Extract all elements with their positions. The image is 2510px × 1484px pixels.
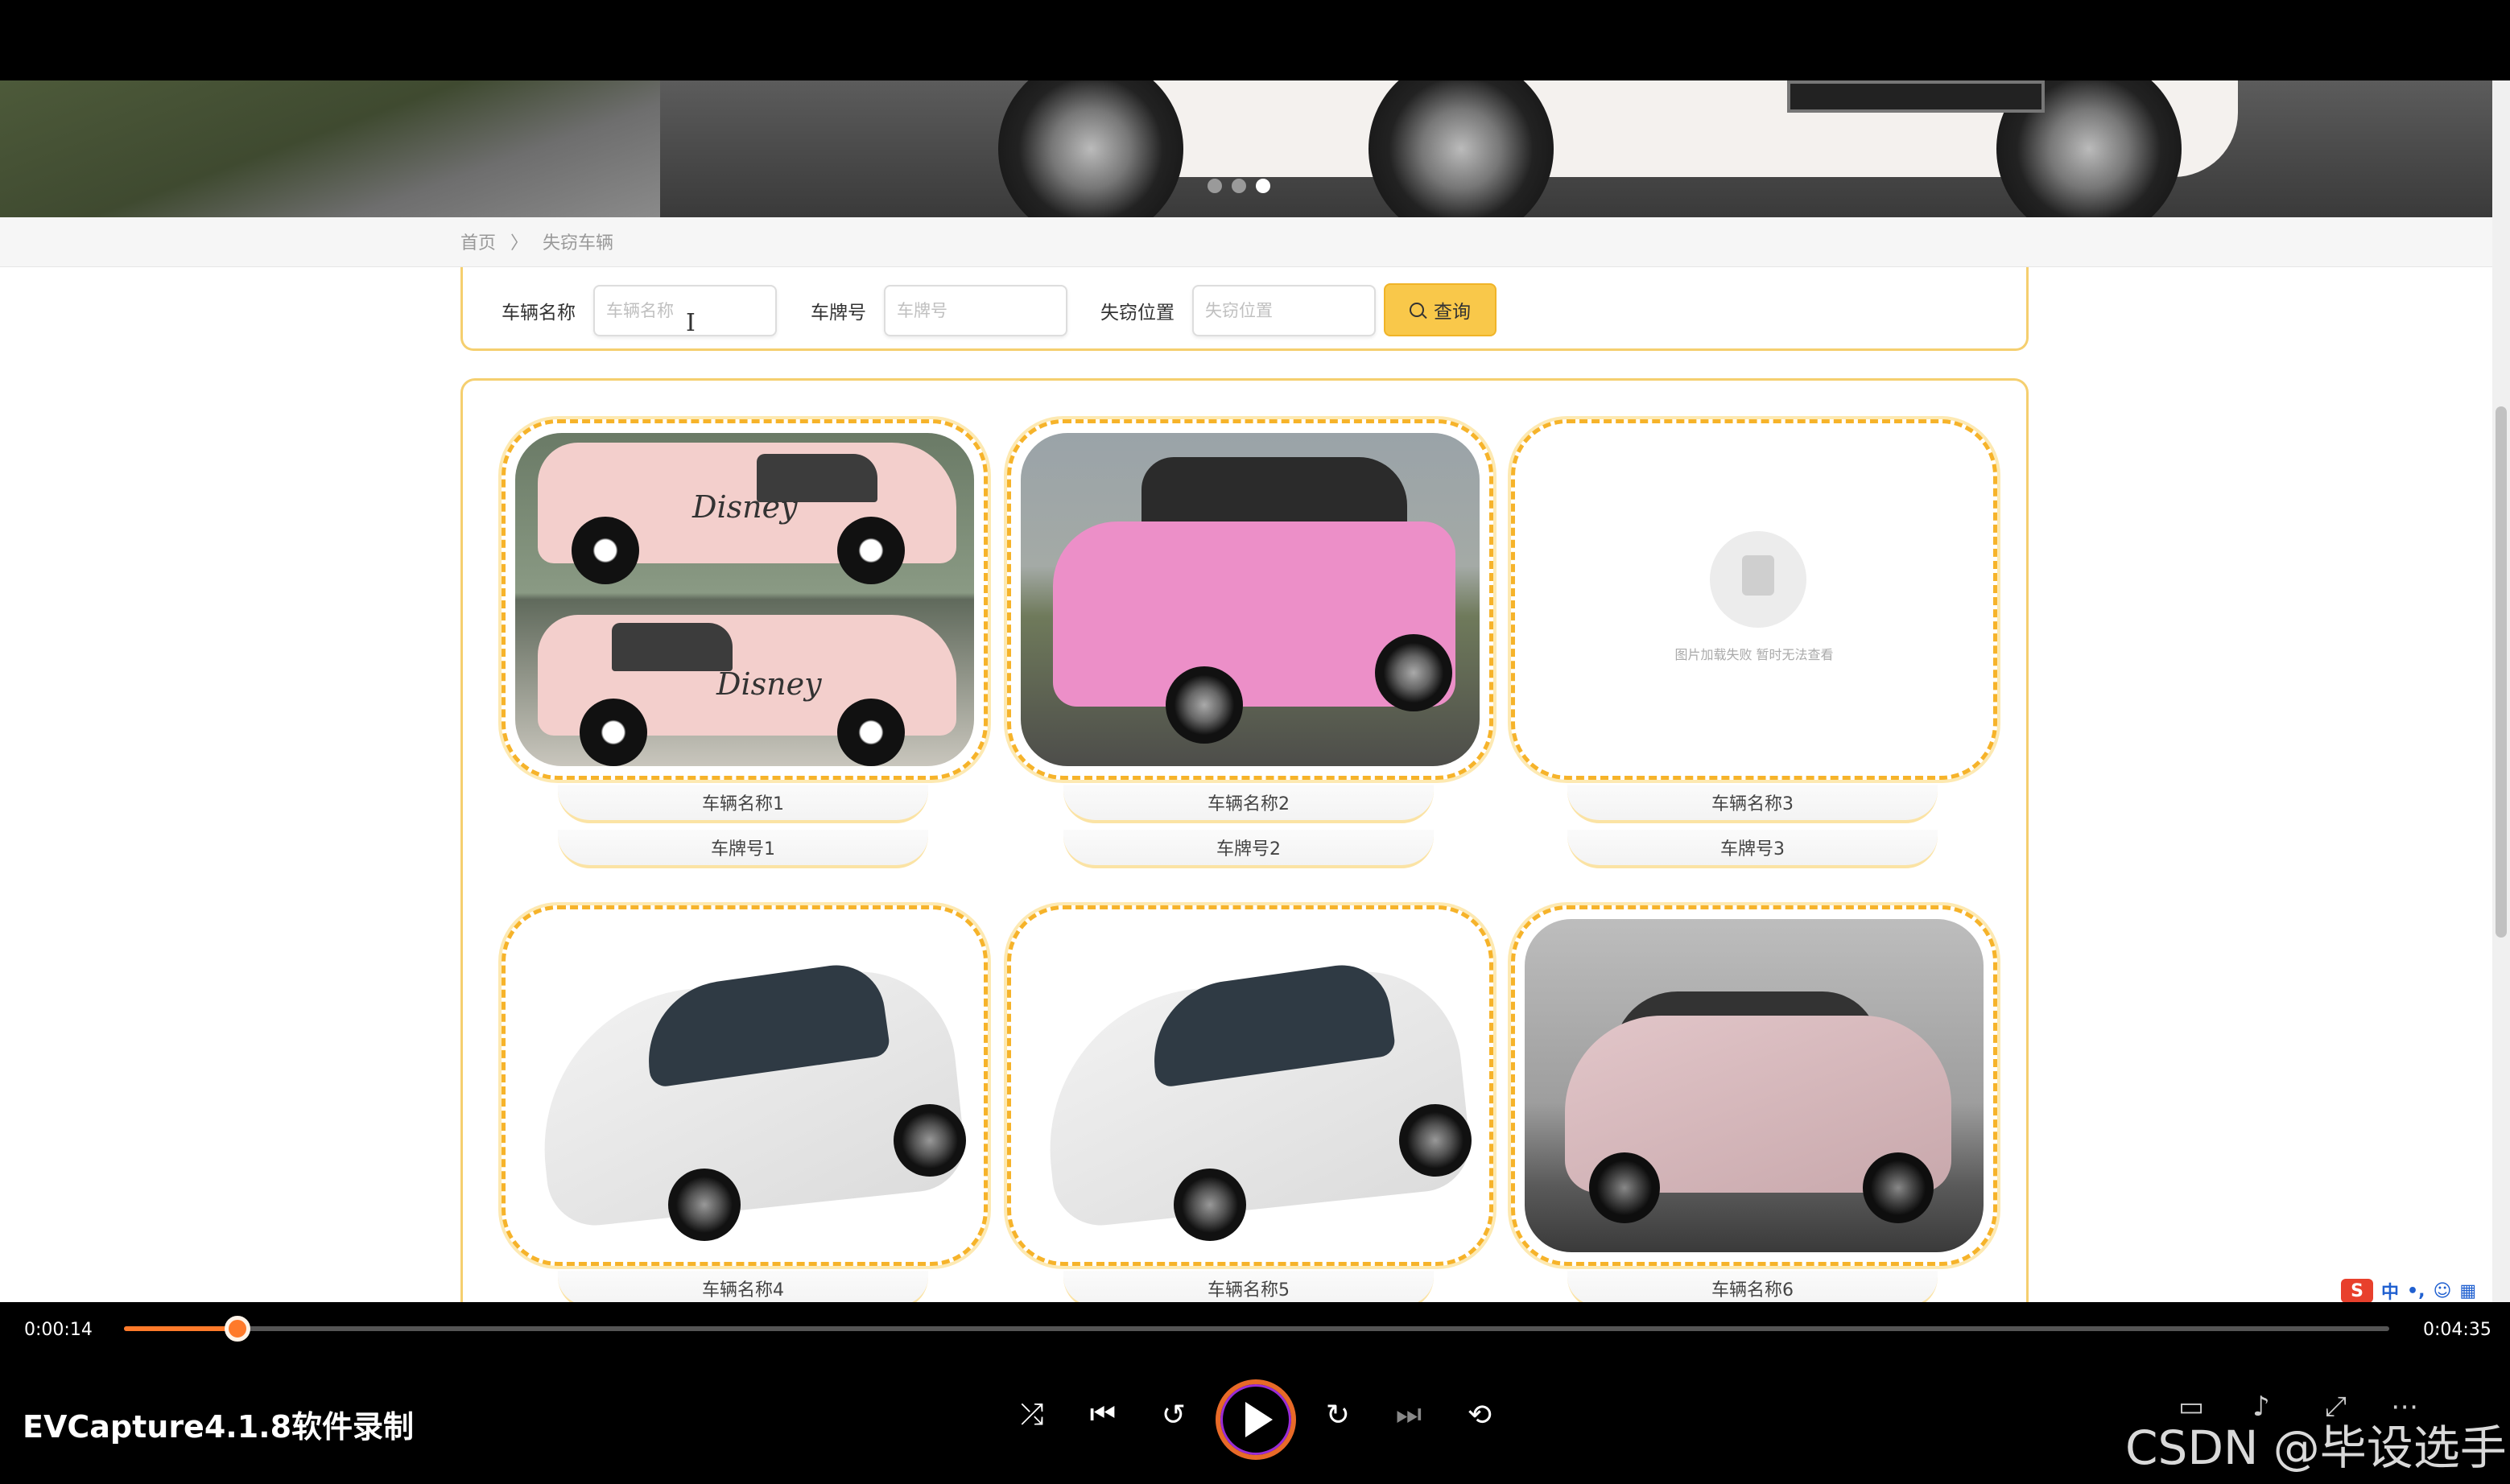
shuffle-icon[interactable]: ⤮ xyxy=(1008,1391,1056,1439)
vehicle-photo-frame xyxy=(1511,905,1997,1266)
player-controls: 0:00:14 0:04:35 EVCapture4.1.8软件录制 ⤮ ⏮ ↺… xyxy=(0,1302,2510,1484)
vehicle-photo-frame xyxy=(502,905,988,1266)
vehicle-photo[interactable] xyxy=(1525,919,1984,1252)
ime-emoji-icon[interactable]: ☺ xyxy=(2433,1281,2451,1301)
carousel-dot-3[interactable] xyxy=(1256,179,1270,193)
page-scrollbar[interactable] xyxy=(2492,80,2510,1302)
banner-wheel-rear xyxy=(1369,80,1554,217)
capture-app-label: EVCapture4.1.8软件录制 xyxy=(23,1409,415,1445)
vehicle-photo[interactable]: Disney Disney xyxy=(515,433,974,766)
theft-location-field: 失窃位置 xyxy=(1100,285,1376,336)
breadcrumb-home-link[interactable]: 首页 xyxy=(460,229,496,254)
ime-language-toggle[interactable]: 中 xyxy=(2381,1278,2399,1302)
vehicle-card-grid: Disney Disney 车辆名称1 车牌号1 车辆名称2 车牌号2 图片加载… xyxy=(460,378,2029,1302)
vehicle-name: 车辆名称5 xyxy=(1063,1271,1434,1302)
carousel-dot-1[interactable] xyxy=(1208,179,1222,193)
banner-carousel[interactable] xyxy=(0,80,2492,217)
search-panel: 车辆名称 车牌号 失窃位置 查询 xyxy=(460,267,2029,351)
video-player-window: 首页 〉 失窃车辆 车辆名称 车牌号 失窃位置 查询 I xyxy=(0,0,2510,1484)
banner-wheel-front xyxy=(998,80,1183,217)
breadcrumb-separator: 〉 xyxy=(510,233,529,254)
broken-image-icon xyxy=(1710,531,1806,628)
vehicle-photo[interactable] xyxy=(1021,919,1480,1252)
vehicle-plate: 车牌号3 xyxy=(1567,830,1938,868)
vehicle-name-input[interactable] xyxy=(593,285,777,336)
ime-punctuation-icon[interactable]: •, xyxy=(2407,1281,2425,1301)
banner-grass xyxy=(0,80,660,217)
total-time: 0:04:35 xyxy=(2423,1320,2491,1340)
theft-location-label: 失窃位置 xyxy=(1100,303,1174,324)
search-button-label: 查询 xyxy=(1434,302,1471,323)
breadcrumb: 首页 〉 失窃车辆 xyxy=(460,229,613,254)
carousel-dot-2[interactable] xyxy=(1232,179,1246,193)
vehicle-photo-frame: 图片加载失败 暂时无法查看 xyxy=(1511,419,1997,780)
next-track-icon[interactable]: ⏭ xyxy=(1385,1391,1433,1439)
video-letterbox-top xyxy=(0,0,2510,80)
breadcrumb-current: 失窃车辆 xyxy=(543,233,614,254)
vehicle-photo-frame xyxy=(1007,905,1493,1266)
progress-fill xyxy=(124,1326,237,1331)
vehicle-photo-frame xyxy=(1007,419,1493,780)
rewind-10-icon[interactable]: ↺ xyxy=(1150,1391,1198,1439)
text-cursor-icon: I xyxy=(686,309,696,337)
current-time: 0:00:14 xyxy=(24,1320,93,1340)
search-icon xyxy=(1410,303,1424,317)
progress-knob[interactable] xyxy=(224,1316,250,1342)
vehicle-name: 车辆名称4 xyxy=(558,1271,928,1302)
vehicle-name: 车辆名称6 xyxy=(1567,1271,1938,1302)
vehicle-plate: 车牌号2 xyxy=(1063,830,1434,868)
vehicle-photo-frame: Disney Disney xyxy=(502,419,988,780)
vehicle-name-label: 车辆名称 xyxy=(502,303,576,324)
sogou-ime-icon[interactable]: S xyxy=(2341,1279,2373,1302)
ime-keyboard-icon[interactable]: ▦ xyxy=(2459,1281,2476,1301)
vehicle-name: 车辆名称3 xyxy=(1567,785,1938,823)
plate-label: 车牌号 xyxy=(811,303,866,324)
broken-image-text: 图片加载失败 暂时无法查看 xyxy=(1674,647,1834,662)
scrollbar-thumb[interactable] xyxy=(2496,406,2507,938)
plate-field: 车牌号 xyxy=(811,285,1067,336)
play-icon xyxy=(1245,1402,1273,1437)
banner-car-plate xyxy=(1787,80,2045,113)
theft-location-input[interactable] xyxy=(1192,285,1376,336)
previous-track-icon[interactable]: ⏮ xyxy=(1079,1391,1127,1439)
vehicle-photo[interactable] xyxy=(515,919,974,1252)
breadcrumb-bar: 首页 〉 失窃车辆 xyxy=(0,217,2492,267)
csdn-watermark: CSDN @毕设选手 xyxy=(2125,1420,2507,1475)
carousel-dots xyxy=(1208,179,1270,193)
vehicle-name-field: 车辆名称 xyxy=(502,285,777,336)
plate-input[interactable] xyxy=(884,285,1067,336)
vehicle-photo[interactable]: 图片加载失败 暂时无法查看 xyxy=(1525,433,1984,766)
vehicle-plate: 车牌号1 xyxy=(558,830,928,868)
vehicle-photo[interactable] xyxy=(1021,433,1480,766)
forward-30-icon[interactable]: ↻ xyxy=(1314,1391,1362,1439)
repeat-icon[interactable]: ⟲ xyxy=(1455,1391,1504,1439)
play-button[interactable] xyxy=(1216,1379,1296,1460)
ime-tray: S 中 •, ☺ ▦ xyxy=(2341,1278,2476,1302)
search-button[interactable]: 查询 xyxy=(1384,283,1497,336)
vehicle-name: 车辆名称2 xyxy=(1063,785,1434,823)
progress-bar[interactable] xyxy=(124,1316,2389,1342)
web-page-viewport: 首页 〉 失窃车辆 车辆名称 车牌号 失窃位置 查询 I xyxy=(0,80,2510,1302)
vehicle-name: 车辆名称1 xyxy=(558,785,928,823)
